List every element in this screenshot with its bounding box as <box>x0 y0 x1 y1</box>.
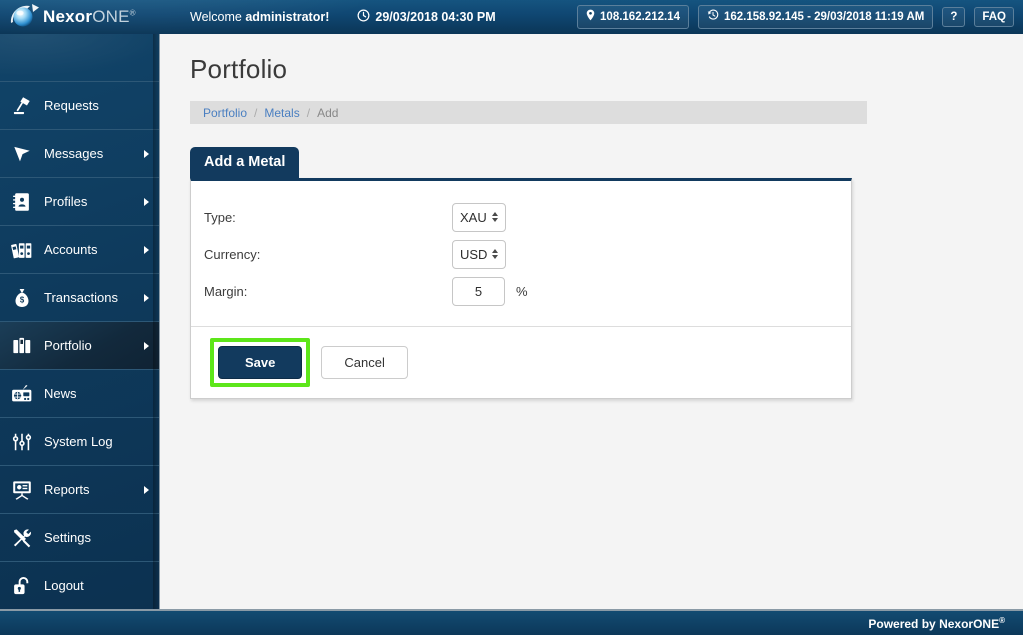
history-clock-icon <box>707 9 719 25</box>
brand-name-light: ONE <box>92 7 130 26</box>
sidebar-item-label: Reports <box>44 482 90 497</box>
sidebar-item-label: Logout <box>44 578 84 593</box>
briefcase-icon <box>0 322 44 370</box>
last-login-badge: 162.158.92.145 - 29/03/2018 11:19 AM <box>697 5 934 29</box>
brand-name-bold: Nexor <box>43 7 93 26</box>
type-label: Type: <box>204 209 236 225</box>
current-ip-badge: 108.162.212.14 <box>577 5 689 29</box>
radio-icon <box>0 370 44 418</box>
current-datetime-text: 29/03/2018 04:30 PM <box>375 10 496 24</box>
add-metal-form-panel: Type: XAU Currency: USD Margin: 5 % Save… <box>190 177 852 399</box>
sidebar-item-system-log[interactable]: System Log <box>0 418 159 466</box>
currency-select-value: USD <box>460 246 488 262</box>
sidebar-item-label: Transactions <box>44 290 118 305</box>
sidebar-navigation: Requests Messages Profiles Accounts $ Tr… <box>0 34 160 615</box>
form-row-type: Type: XAU <box>191 199 851 236</box>
chevron-right-icon <box>144 149 149 158</box>
welcome-message: Welcome administrator! <box>190 10 329 24</box>
type-select-value: XAU <box>460 209 487 225</box>
chevron-updown-icon <box>491 212 498 223</box>
sidebar-top-spacer <box>0 34 159 82</box>
address-book-icon <box>0 178 44 226</box>
help-button[interactable]: ? <box>942 6 966 28</box>
tab-bar: Add a Metal <box>190 147 1023 178</box>
footer-bar: Powered by NexorONE® <box>0 609 1023 635</box>
location-pin-icon <box>586 9 595 25</box>
clock-icon <box>357 9 370 25</box>
chevron-right-icon <box>144 197 149 206</box>
chevron-updown-icon <box>492 249 499 260</box>
breadcrumb-separator: / <box>254 105 258 120</box>
svg-text:$: $ <box>20 295 25 304</box>
desk-lamp-icon <box>0 82 44 130</box>
sidebar-item-reports[interactable]: Reports <box>0 466 159 514</box>
form-body: Type: XAU Currency: USD Margin: 5 % <box>191 181 851 326</box>
brand-logo-text: NexorONE® <box>43 7 136 27</box>
form-actions: Save Cancel <box>191 325 851 398</box>
tools-icon <box>0 514 44 562</box>
money-bag-icon: $ <box>0 274 44 322</box>
breadcrumb-current: Add <box>317 105 339 120</box>
footer-powered-by: Powered by NexorONE <box>868 616 1000 631</box>
footer-text: Powered by NexorONE® <box>868 616 1005 631</box>
sidebar-item-settings[interactable]: Settings <box>0 514 159 562</box>
sidebar-item-label: Profiles <box>44 194 88 209</box>
sidebar-item-label: System Log <box>44 434 113 449</box>
sidebar-item-profiles[interactable]: Profiles <box>0 178 159 226</box>
chevron-right-icon <box>144 245 149 254</box>
sidebar-item-label: Messages <box>44 146 104 161</box>
current-ip-text: 108.162.212.14 <box>600 10 680 23</box>
registered-mark: ® <box>129 8 136 18</box>
main-content-area: Portfolio Portfolio / Metals / Add Add a… <box>166 34 1023 609</box>
form-row-currency: Currency: USD <box>191 236 851 273</box>
sidebar-item-label: News <box>44 386 77 401</box>
breadcrumb: Portfolio / Metals / Add <box>190 101 867 124</box>
footer-registered-mark: ® <box>999 615 1005 625</box>
page-title: Portfolio <box>190 54 288 84</box>
header-right-group: 108.162.212.14 162.158.92.145 - 29/03/20… <box>577 5 1023 29</box>
save-button-highlight: Save <box>210 337 311 387</box>
currency-label: Currency: <box>204 246 261 262</box>
sidebar-item-label: Settings <box>44 530 91 545</box>
margin-unit-label: % <box>516 283 528 299</box>
breadcrumb-separator: / <box>306 105 311 120</box>
presentation-icon <box>0 466 44 514</box>
top-header-bar: NexorONE® Welcome administrator! 29/03/2… <box>0 0 1023 34</box>
sidebar-item-portfolio[interactable]: Portfolio <box>0 322 159 370</box>
sidebar-item-label: Portfolio <box>44 338 92 353</box>
last-login-text: 162.158.92.145 - 29/03/2018 11:19 AM <box>723 10 925 23</box>
faq-button[interactable]: FAQ <box>974 6 1014 28</box>
sidebar-item-requests[interactable]: Requests <box>0 82 159 130</box>
breadcrumb-link-portfolio[interactable]: Portfolio <box>203 106 247 120</box>
welcome-username: administrator! <box>245 10 330 24</box>
binders-icon <box>0 226 44 274</box>
tab-add-a-metal[interactable]: Add a Metal <box>190 147 300 178</box>
brand-logo[interactable]: NexorONE® <box>0 0 176 34</box>
cancel-button[interactable]: Cancel <box>321 345 408 379</box>
unlock-icon <box>0 562 44 610</box>
nexor-sphere-logo-icon <box>8 2 42 32</box>
breadcrumb-link-metals[interactable]: Metals <box>264 106 299 120</box>
welcome-prefix: Welcome <box>190 10 246 24</box>
chevron-right-icon <box>144 341 149 350</box>
sidebar-item-messages[interactable]: Messages <box>0 130 159 178</box>
current-datetime: 29/03/2018 04:30 PM <box>357 9 496 25</box>
sidebar-item-label: Requests <box>44 98 99 113</box>
sidebar-item-transactions[interactable]: $ Transactions <box>0 274 159 322</box>
sidebar-item-logout[interactable]: Logout <box>0 562 159 610</box>
sliders-icon <box>0 418 44 466</box>
type-select[interactable]: XAU <box>452 202 506 232</box>
sidebar-item-accounts[interactable]: Accounts <box>0 226 159 274</box>
application-window: NexorONE® Welcome administrator! 29/03/2… <box>0 0 1023 635</box>
chevron-right-icon <box>144 293 149 302</box>
chevron-right-icon <box>144 485 149 494</box>
sidebar-item-news[interactable]: News <box>0 370 159 418</box>
margin-label: Margin: <box>204 283 248 299</box>
cursor-arrow-icon <box>0 130 44 178</box>
form-row-margin: Margin: % <box>191 273 851 310</box>
margin-input[interactable] <box>452 276 505 306</box>
save-button[interactable]: Save <box>218 345 303 379</box>
sidebar-item-label: Accounts <box>44 242 98 257</box>
currency-select[interactable]: USD <box>452 239 507 269</box>
